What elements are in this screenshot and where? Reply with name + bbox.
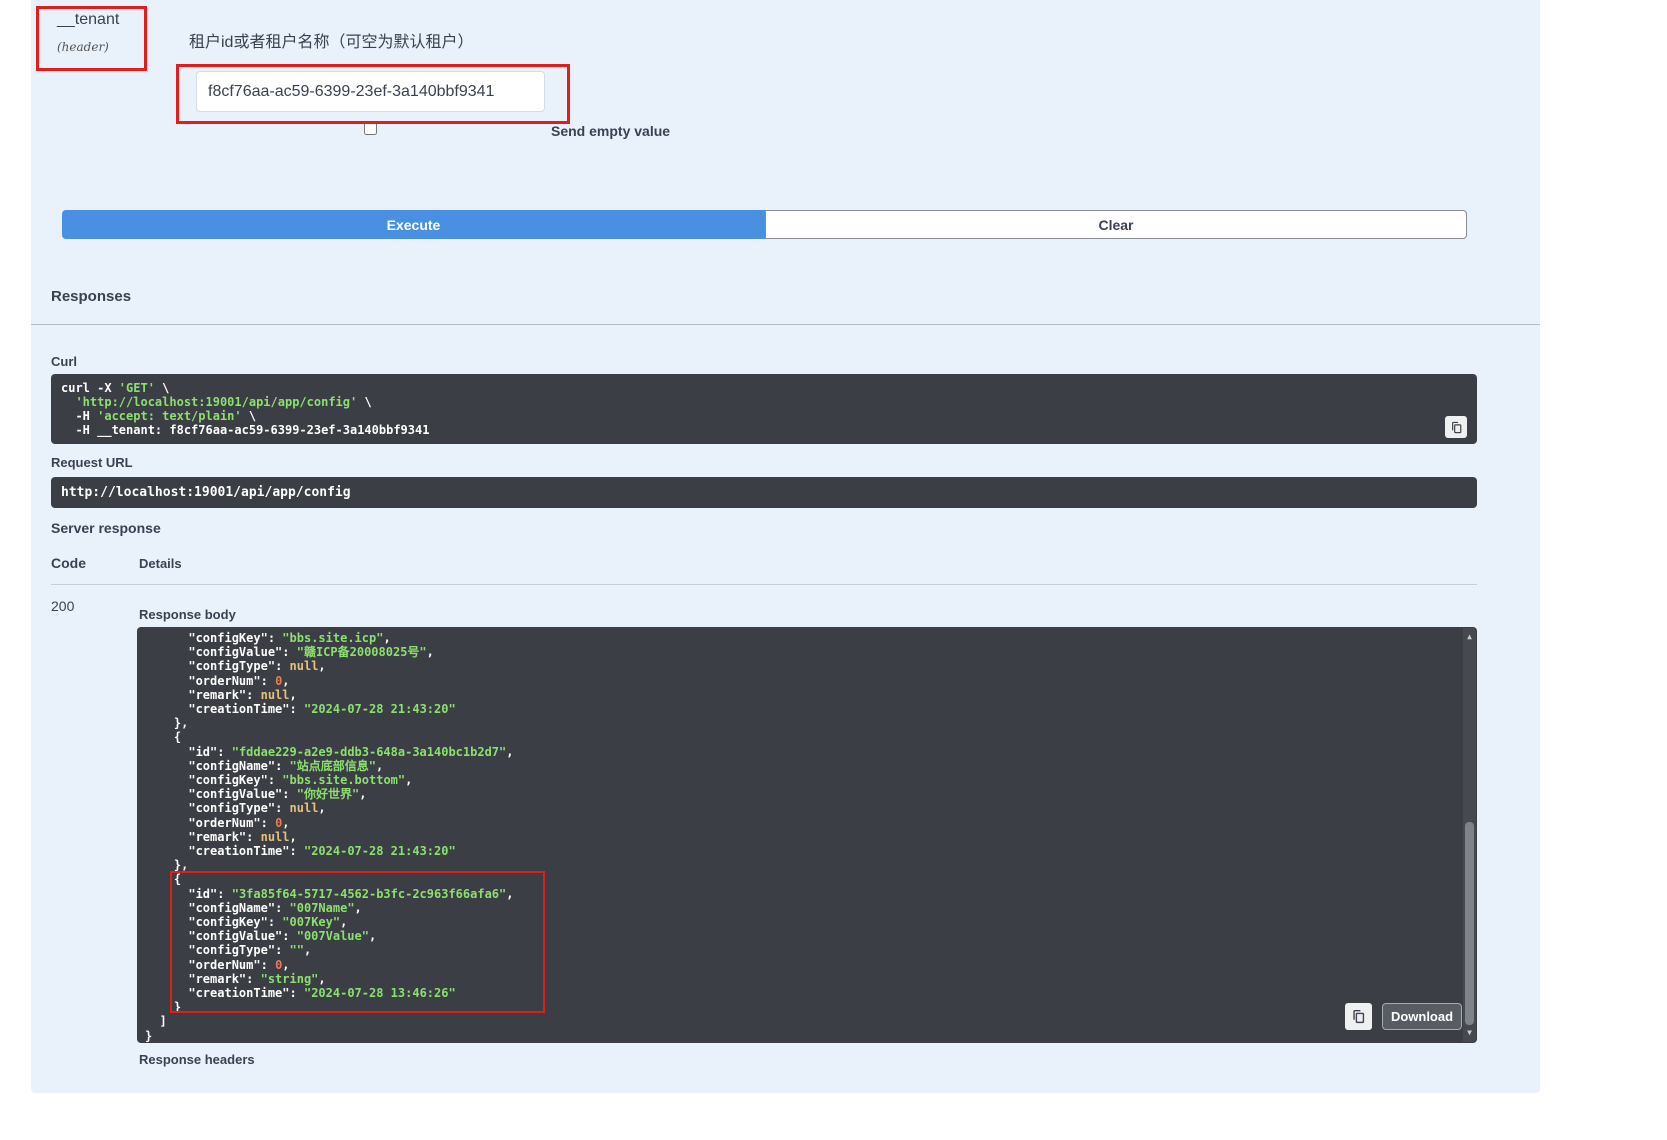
tenant-input[interactable] — [196, 71, 545, 112]
send-empty-label: Send empty value — [551, 123, 670, 139]
response-body-label: Response body — [139, 607, 236, 622]
parameter-description: 租户id或者租户名称（可空为默认租户） — [189, 28, 473, 52]
execute-button[interactable]: Execute — [62, 210, 765, 239]
request-url: http://localhost:19001/api/app/config — [61, 485, 351, 500]
code-column-header: Code — [51, 555, 86, 571]
response-headers-label: Response headers — [139, 1052, 255, 1067]
download-button[interactable]: Download — [1382, 1003, 1462, 1030]
responses-divider — [31, 324, 1540, 325]
copy-curl-button[interactable] — [1445, 416, 1467, 438]
request-url-label: Request URL — [51, 455, 133, 470]
response-status-code: 200 — [51, 598, 74, 614]
clear-button[interactable]: Clear — [765, 210, 1467, 239]
server-response-label: Server response — [51, 520, 161, 536]
scrollbar-thumb[interactable] — [1465, 822, 1474, 1025]
response-scrollbar: ▲ ▼ — [1463, 628, 1476, 1042]
curl-label: Curl — [51, 354, 77, 369]
scroll-down-icon[interactable]: ▼ — [1463, 1027, 1476, 1039]
send-empty-checkbox[interactable] — [364, 122, 377, 135]
details-column-header: Details — [139, 556, 182, 571]
scroll-up-icon[interactable]: ▲ — [1463, 631, 1476, 643]
parameter-name: __tenant — [57, 11, 119, 29]
table-header-divider — [51, 584, 1477, 585]
swagger-operation-page: __tenant (header) 租户id或者租户名称（可空为默认租户） Se… — [0, 0, 1667, 1140]
copy-icon — [1450, 421, 1463, 434]
response-body-json: "configKey": "bbs.site.icp", "configValu… — [137, 627, 1477, 1047]
responses-title: Responses — [51, 288, 131, 305]
request-url-block: http://localhost:19001/api/app/config — [51, 477, 1477, 508]
parameter-location: (header) — [57, 40, 109, 54]
response-body-block: "configKey": "bbs.site.icp", "configValu… — [137, 627, 1477, 1043]
curl-code-block: curl -X 'GET' \ 'http://localhost:19001/… — [51, 374, 1477, 444]
copy-icon — [1351, 1009, 1366, 1024]
copy-response-button[interactable] — [1345, 1003, 1372, 1030]
curl-command-text: curl -X 'GET' \ 'http://localhost:19001/… — [51, 374, 1477, 444]
